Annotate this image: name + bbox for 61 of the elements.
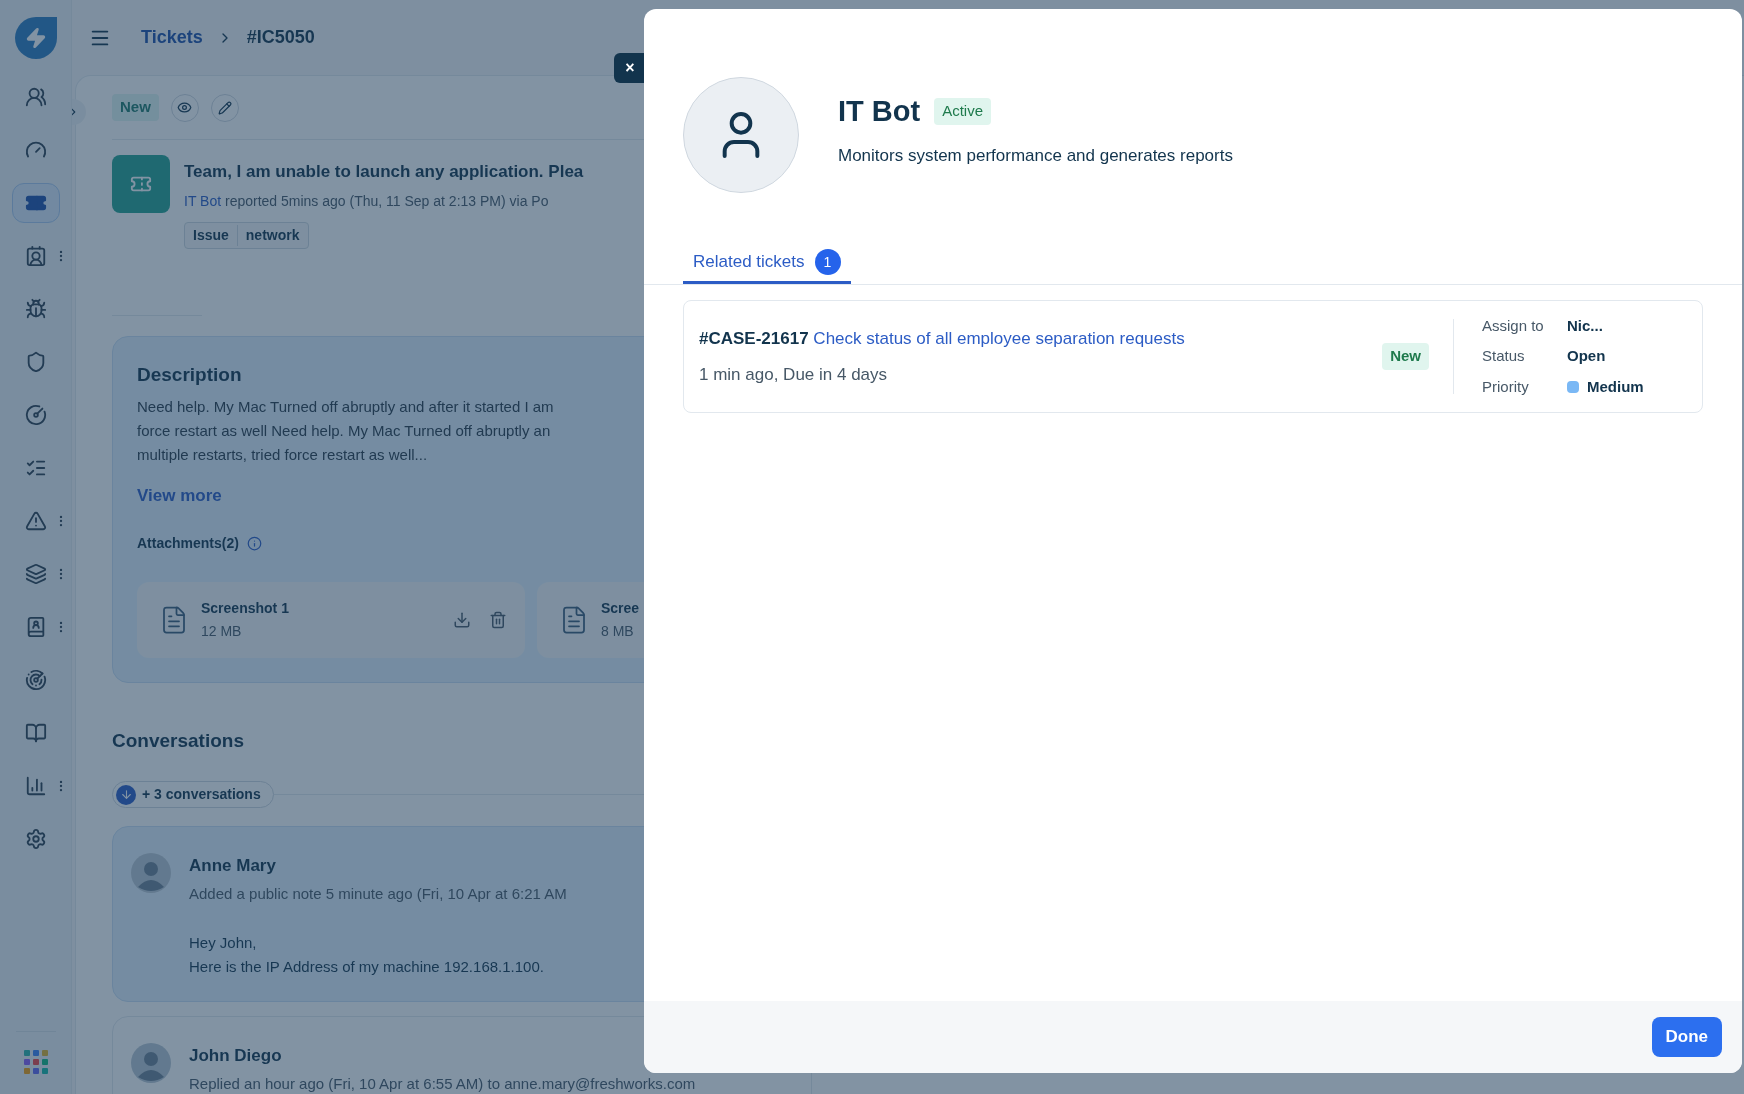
section-title: Description [137,362,242,387]
bug-icon [24,298,47,320]
ticket-heading: #CASE-21617 Check status of all employee separation requests [699,328,1186,350]
field-label: Status [1482,346,1526,367]
description-text: Need help. My Mac Turned off abruptly and after it started I am force restart as well Need help. My Mac Turned off abruptly an multiple restarts, tried force restart as well... [137,397,554,465]
avatar [131,1043,171,1083]
layers-icon [24,563,47,585]
status-badge: New [1382,343,1429,370]
apps-grid-icon[interactable] [23,1050,48,1074]
attachment-size: 8 MB [601,621,635,641]
count-badge: 1 [814,249,841,275]
chart-icon [24,775,47,797]
ticket-tags: Issue network [184,221,309,249]
status-badge: Active [934,98,991,125]
field-label: Priority [1482,376,1530,397]
eye-icon [177,100,193,115]
author-name: Anne Mary [189,855,277,877]
warning-icon [24,510,47,532]
attachment-size: 12 MB [201,621,243,641]
pencil-icon [217,100,232,115]
ticket-link[interactable]: Check status of all employee separation requests [813,329,1185,348]
ticket-type-icon [112,155,170,213]
info-icon[interactable] [246,535,262,551]
avatar [131,853,171,893]
user-signal-icon [24,669,47,691]
breadcrumb-link[interactable]: Tickets [141,24,203,51]
ticket-title: Team, I am unable to launch any application. Plea [184,161,584,183]
group-icon [24,86,47,108]
breadcrumb-current: #IC5050 [246,26,315,49]
close-button[interactable]: × [614,53,646,83]
attachments-label: Attachments(2) [137,533,239,553]
status-badge: New [112,94,159,121]
field-value: Medium [1587,376,1644,397]
profile-description: Monitors system performance and generates reports [838,145,1233,167]
profile-name: IT Bot [838,93,921,129]
attachment-name: Screenshot 1 [201,598,290,618]
ticket-reporter-line: IT Bot reported 5mins ago (Thu, 11 Sep at 2:13 PM) via Po [184,191,550,211]
view-more-link[interactable]: View more [137,483,222,509]
more-conversations-button[interactable]: + 3 conversations [112,781,274,808]
field-value: Nic... [1567,315,1603,336]
book-icon [24,722,47,744]
attachment-name: Scree [601,598,641,618]
tab[interactable]: Related tickets 1 [683,249,851,284]
conversation-meta: Replied an hour ago (Fri, 10 Apr at 6:55 AM) to anne.mary@freshworks.com [189,1073,696,1094]
dial-icon [24,404,47,426]
arrow-down-icon [119,788,133,801]
download-icon[interactable] [453,610,471,629]
author-name: John Diego [189,1045,283,1067]
reporter-link[interactable]: IT Bot [184,192,222,209]
settings-icon [24,828,47,850]
contact-icon [24,245,47,267]
section-title: Conversations [112,728,244,753]
delete-icon[interactable] [489,610,507,629]
conversation-body: Hey John, Here is the IP Address of my machine 192.168.1.100. [189,933,545,977]
field-label: Assign to [1482,315,1545,336]
app-logo[interactable] [14,17,57,59]
field-value: Open [1567,346,1606,367]
conversation-meta: Added a public note 5 minute ago (Fri, 10 Apr at 6:21 AM [189,883,567,904]
ticket-meta: 1 min ago, Due in 4 days [699,363,889,386]
sidebar-item[interactable] [11,183,60,223]
done-button[interactable]: Done [1651,1017,1722,1057]
